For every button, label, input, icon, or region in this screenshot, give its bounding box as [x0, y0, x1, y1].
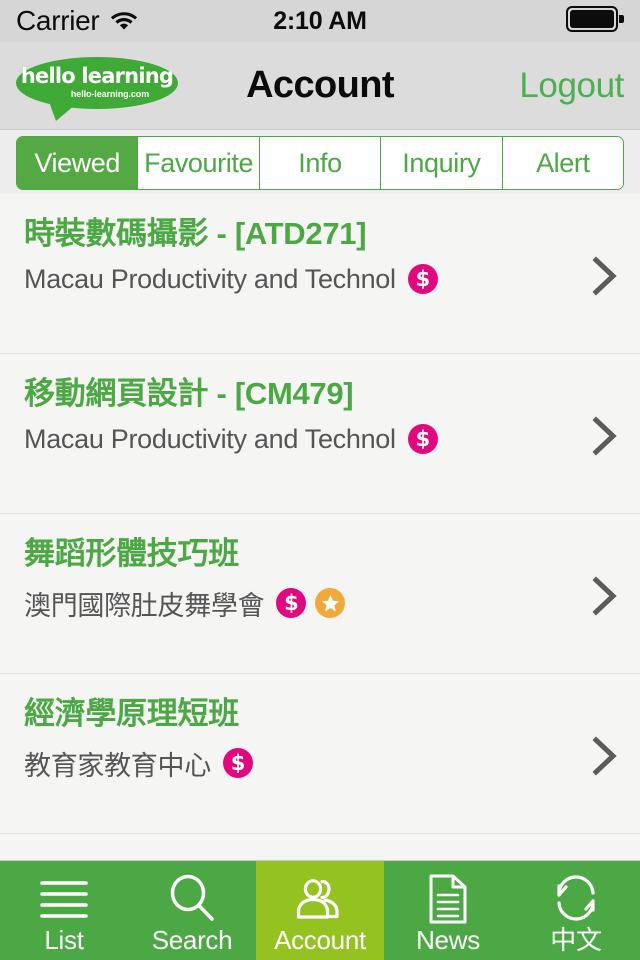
tab-favourite[interactable]: Favourite: [137, 137, 259, 189]
list-item-badges: $: [407, 264, 438, 295]
money-badge: $: [222, 748, 253, 779]
course-list[interactable]: 時裝數碼攝影 - [ATD271] Macau Productivity and…: [0, 194, 640, 860]
tab-viewed[interactable]: Viewed: [17, 137, 138, 189]
news-icon: [425, 873, 471, 925]
list-item-badges: $: [222, 748, 253, 779]
list-item-subtitle: 澳門國際肚皮舞學會: [24, 590, 265, 621]
tab-bar-label: List: [44, 924, 84, 955]
money-badge: $: [407, 424, 438, 455]
money-badge-glyph: $: [415, 426, 431, 451]
tab-bar-item-list[interactable]: List: [0, 861, 128, 960]
segmented-control[interactable]: Viewed Favourite Info Inquiry Alert: [16, 136, 624, 190]
tab-bar-item-search[interactable]: Search: [128, 861, 256, 960]
tab-bar-item-news[interactable]: News: [384, 861, 512, 960]
list-item-title: 舞蹈形體技巧班: [24, 536, 239, 571]
list-item-subtitle: Macau Productivity and Technol: [24, 263, 396, 294]
tab-info[interactable]: Info: [258, 137, 381, 189]
status-bar: Carrier 2:10 AM: [0, 0, 640, 42]
list-item-subtitle: 教育家教育中心: [24, 750, 211, 781]
logo-main-text: hello learning: [20, 63, 174, 88]
tab-bar: List Search Account News 中文: [0, 860, 640, 960]
star-badge: [315, 588, 346, 619]
wifi-icon: [109, 8, 139, 35]
tab-bar-label: Search: [151, 924, 233, 955]
star-icon: [321, 594, 339, 612]
battery-full-icon: [566, 5, 624, 37]
list-item-title: 經濟學原理短班: [24, 696, 239, 731]
list-item[interactable]: 移動網頁設計 - [CM479] Macau Productivity and …: [0, 354, 640, 514]
money-badge-glyph: $: [284, 590, 299, 615]
status-bar-right: [566, 5, 624, 37]
list-item[interactable]: 經濟學原理短班 教育家教育中心 $: [0, 674, 640, 834]
chevron-right-icon[interactable]: [592, 416, 618, 461]
money-badge: $: [407, 264, 438, 295]
tab-bar-item-account[interactable]: Account: [256, 861, 384, 960]
list-item[interactable]: 時裝數碼攝影 - [ATD271] Macau Productivity and…: [0, 194, 640, 354]
money-badge-glyph: $: [415, 266, 431, 291]
tab-inquiry[interactable]: Inquiry: [380, 137, 502, 189]
language-swap-icon: [548, 873, 604, 925]
list-item-subtitle-row: Macau Productivity and Technol $: [24, 264, 620, 295]
chevron-right-icon[interactable]: [592, 256, 618, 301]
list-item[interactable]: 舞蹈形體技巧班 澳門國際肚皮舞學會 $: [0, 514, 640, 674]
list-item-title: 時裝數碼攝影 - [ATD271]: [24, 216, 367, 251]
money-badge-glyph: $: [230, 750, 246, 775]
chevron-right-icon[interactable]: [592, 736, 618, 781]
carrier-label: Carrier: [16, 5, 100, 36]
nav-bar: hello learning hello-learning.com Accoun…: [0, 42, 640, 130]
chevron-right-icon[interactable]: [592, 576, 618, 621]
list-item-title: 移動網頁設計 - [CM479]: [24, 376, 354, 411]
list-item-badges: $: [276, 588, 346, 619]
money-badge: $: [276, 588, 307, 619]
tab-bar-label: News: [416, 924, 480, 955]
search-icon: [165, 873, 219, 925]
list-icon: [34, 873, 94, 925]
tab-bar-label: Account: [274, 924, 366, 955]
segmented-control-wrap: Viewed Favourite Info Inquiry Alert: [0, 130, 640, 194]
list-item-subtitle-row: Macau Productivity and Technol $: [24, 424, 620, 455]
list-item-subtitle: Macau Productivity and Technol: [24, 423, 396, 454]
list-item-subtitle-row: 澳門國際肚皮舞學會 $: [24, 584, 620, 623]
logout-button[interactable]: Logout: [519, 66, 624, 106]
app-logo[interactable]: hello learning hello-learning.com: [16, 55, 178, 121]
logo-sub-text: hello-learning.com: [70, 88, 150, 99]
tab-alert[interactable]: Alert: [501, 137, 623, 189]
tab-bar-item-language[interactable]: 中文: [512, 861, 640, 960]
list-item-subtitle-row: 教育家教育中心 $: [24, 744, 620, 783]
app-root: Carrier 2:10 AM hello learning hello-lea…: [0, 0, 640, 960]
tab-bar-label: 中文: [550, 924, 602, 955]
status-bar-left: Carrier: [16, 5, 139, 37]
account-icon: [292, 873, 348, 925]
list-item-badges: $: [407, 424, 438, 455]
logo-bubble: hello learning hello-learning.com: [16, 56, 178, 109]
